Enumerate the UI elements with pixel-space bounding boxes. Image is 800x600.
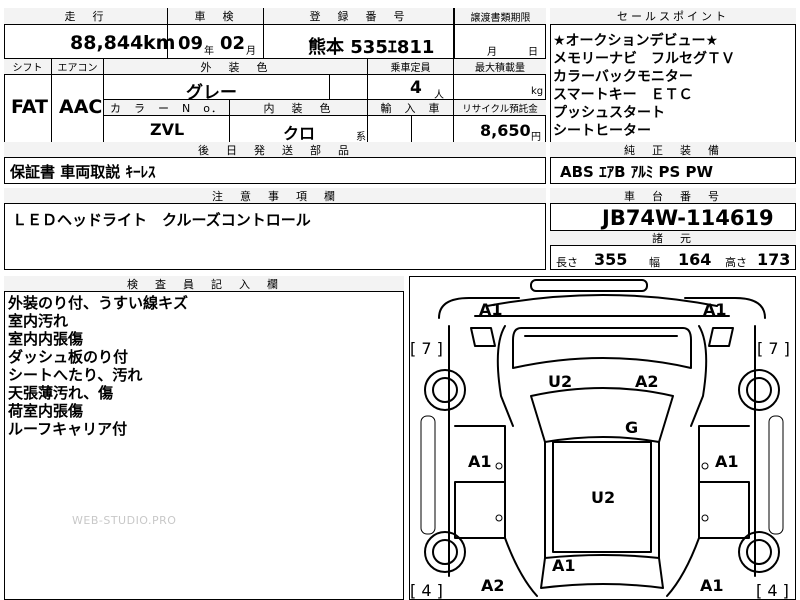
- later-parts-header: 後 日 発 送 部 品: [4, 142, 546, 158]
- recycle-unit: 円: [531, 132, 541, 143]
- color-no-value: ZVL: [150, 120, 185, 139]
- left-mirror: [470, 327, 496, 347]
- inspector-note: 室内内張傷: [8, 330, 84, 348]
- hood-outline: [512, 327, 692, 369]
- sales-points-header: セールスポイント: [550, 8, 796, 25]
- inspector-note: ルーフキャリア付: [8, 420, 128, 438]
- bracket-mark-top-right: [ 7 ]: [757, 339, 790, 358]
- inspector-note: 外装のり付、うすい線キズ: [8, 294, 189, 312]
- bracket-mark-top-left: [ 7 ]: [410, 339, 443, 358]
- rear-left-tire: [424, 531, 466, 573]
- damage-mark-roof: U2: [591, 488, 616, 507]
- damage-mark-front-left: A1: [479, 300, 503, 319]
- inspector-note: 天張薄汚れ、傷: [8, 384, 114, 402]
- width-value: 164: [678, 250, 712, 269]
- registration-value: 熊本 535ｴ811: [308, 37, 435, 58]
- sales-point-line: スマートキー ＥＴＣ: [553, 87, 693, 103]
- shift-value: FAT: [11, 96, 48, 118]
- deadline-day: 日: [528, 47, 538, 58]
- recycle-header: リサイクル預託金: [454, 100, 546, 116]
- interior-color-value: クロ: [283, 124, 316, 143]
- caution-header: 注 意 事 項 欄: [4, 188, 546, 204]
- inspector-note: 室内汚れ: [8, 312, 69, 330]
- dims-header: 諸 元: [550, 230, 796, 246]
- import-cell-b: [412, 116, 454, 143]
- height-label: 高さ: [725, 256, 747, 269]
- bolt-mark: [495, 514, 503, 522]
- inspector-note: 荷室内張傷: [8, 402, 84, 420]
- capacity-header: 乗車定員: [368, 59, 454, 75]
- inspection-year: 09: [178, 33, 204, 54]
- mileage-value: 88,844: [70, 32, 144, 54]
- color-no-header: カ ラ ー N o．: [104, 100, 230, 116]
- front-left-tire: [424, 369, 466, 411]
- damage-mark-hood-right: A2: [635, 372, 659, 391]
- damage-mark-left-door: A1: [468, 452, 492, 471]
- sales-point-line: ★オークションデビュー★: [553, 33, 719, 49]
- inspector-header: 検 査 員 記 入 欄: [4, 276, 404, 292]
- length-value: 355: [594, 250, 628, 269]
- sales-point-line: メモリーナビ フルセグＴＶ: [553, 51, 735, 67]
- right-mirror: [708, 327, 734, 347]
- damage-mark-right-door: A1: [715, 452, 739, 471]
- length-label: 長さ: [556, 256, 578, 269]
- bolt-mark: [701, 462, 709, 470]
- inspection-header: 車 検: [168, 8, 264, 25]
- bracket-mark-bottom-right: [ 4 ]: [756, 581, 789, 600]
- interior-color-header: 内 装 色: [230, 100, 368, 116]
- recycle-value: 8,650: [480, 121, 531, 140]
- rear-right-tire: [738, 531, 780, 573]
- windshield-outline: [530, 387, 674, 443]
- genuine-equipment-header: 純 正 装 備: [550, 142, 796, 158]
- max-load-header: 最大積載量: [454, 59, 546, 75]
- capacity-value: 4: [410, 78, 422, 98]
- import-cell-a: [368, 116, 412, 143]
- inspection-month: 02: [220, 33, 246, 54]
- later-parts-text: 保証書 車両取説 ｷｰﾚｽ: [10, 163, 156, 181]
- front-bumper-outline: [530, 279, 648, 292]
- aircon-header: エアコン: [52, 59, 104, 75]
- deadline-month: 月: [487, 47, 497, 58]
- exterior-color-spare: [330, 75, 368, 100]
- damage-mark-rear-center: A1: [552, 556, 576, 575]
- sales-point-line: プッシュスタート: [553, 105, 665, 121]
- caution-text: ＬＥＤヘッドライト クルーズコントロール: [12, 211, 311, 229]
- inspection-year-unit: 年: [204, 46, 214, 57]
- max-load-unit: kg: [531, 86, 544, 97]
- aircon-value: AAC: [59, 96, 103, 118]
- sill-left: [420, 415, 436, 535]
- damage-mark-rear-left: A2: [481, 576, 505, 595]
- watermark: WEB-STUDIO.PRO: [72, 514, 177, 527]
- damage-mark-windshield: G: [625, 418, 639, 437]
- inspector-note: シートへたり、汚れ: [8, 366, 143, 384]
- front-right-tire: [738, 369, 780, 411]
- width-label: 幅: [649, 256, 660, 269]
- bolt-mark: [701, 514, 709, 522]
- inspector-note: ダッシュ板のり付: [8, 348, 129, 366]
- damage-mark-front-right: A1: [703, 300, 727, 319]
- sill-right: [768, 415, 784, 535]
- sales-point-line: カラーバックモニター: [553, 69, 693, 85]
- mileage-header: 走 行: [4, 8, 168, 25]
- genuine-equipment-text: ABS ｴｱB ｱﾙﾐ PS PW: [560, 163, 714, 181]
- car-diagram: [420, 279, 784, 597]
- left-door-outline: [454, 425, 506, 539]
- bracket-mark-bottom-left: [ 4 ]: [410, 581, 443, 600]
- transfer-deadline-header: 譲渡書類期限: [454, 8, 546, 25]
- interior-suffix: 系: [356, 132, 366, 143]
- chassis-number: JB74W-114619: [602, 206, 774, 230]
- right-door-outline: [698, 425, 750, 539]
- shift-header: シフト: [4, 59, 52, 75]
- bolt-mark: [495, 462, 503, 470]
- damage-mark-hood-left: U2: [548, 372, 573, 391]
- sales-point-line: シートヒーター: [553, 123, 651, 139]
- chassis-header: 車 台 番 号: [550, 188, 796, 204]
- registration-header: 登 録 番 号: [264, 8, 454, 25]
- damage-mark-rear-right: A1: [700, 576, 724, 595]
- height-value: 173: [757, 250, 791, 269]
- import-header: 輸 入 車: [368, 100, 454, 116]
- inspection-month-unit: 月: [246, 46, 256, 57]
- exterior-color-header: 外 装 色: [104, 59, 368, 75]
- front-arc-outline: [486, 294, 718, 307]
